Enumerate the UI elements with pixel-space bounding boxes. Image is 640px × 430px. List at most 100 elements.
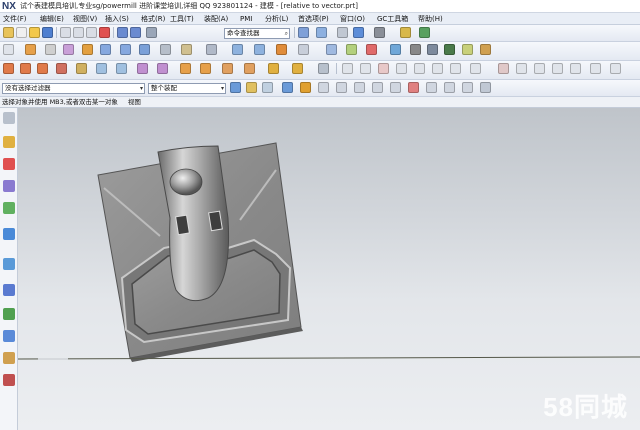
- law-extension-icon[interactable]: [200, 63, 211, 74]
- through-curves-icon[interactable]: [3, 63, 14, 74]
- role-icon[interactable]: [3, 352, 15, 364]
- delete-icon[interactable]: [99, 27, 110, 38]
- repeat-command-icon[interactable]: [146, 27, 157, 38]
- assembly-navigator-icon[interactable]: [3, 136, 15, 148]
- web-browser-icon[interactable]: [3, 258, 15, 270]
- process-studio-icon[interactable]: [3, 330, 15, 342]
- pattern-icon[interactable]: [326, 44, 337, 55]
- open-folder-icon[interactable]: [29, 27, 40, 38]
- offset-curve-icon[interactable]: [396, 63, 407, 74]
- subtract-icon[interactable]: [120, 44, 131, 55]
- orient-view-icon[interactable]: [353, 27, 364, 38]
- ruled-icon[interactable]: [56, 63, 67, 74]
- snap-endpoint-icon[interactable]: [282, 82, 293, 93]
- undo-icon[interactable]: [117, 27, 128, 38]
- paste-icon[interactable]: [86, 27, 97, 38]
- snap-pole-icon[interactable]: [444, 82, 455, 93]
- composite-curve-icon[interactable]: [570, 63, 581, 74]
- text-curve-icon[interactable]: [470, 63, 481, 74]
- global-shaping-icon[interactable]: [268, 63, 279, 74]
- extrude-icon[interactable]: [25, 44, 36, 55]
- split-body-icon[interactable]: [254, 44, 265, 55]
- snap-quadrant-icon[interactable]: [372, 82, 383, 93]
- menu-edit[interactable]: 编辑(E): [40, 13, 64, 24]
- x-form-icon[interactable]: [292, 63, 303, 74]
- face-blend-icon[interactable]: [222, 63, 233, 74]
- styled-blend-icon[interactable]: [244, 63, 255, 74]
- snap-view-icon[interactable]: [400, 27, 411, 38]
- shaded-icon[interactable]: [337, 27, 348, 38]
- menu-tools[interactable]: 工具(T): [170, 13, 194, 24]
- snap-existing-point-icon[interactable]: [390, 82, 401, 93]
- divide-curve-icon[interactable]: [516, 63, 527, 74]
- new-file-icon[interactable]: [16, 27, 27, 38]
- line-icon[interactable]: [342, 63, 353, 74]
- cut-icon[interactable]: [60, 27, 71, 38]
- chamfer-icon[interactable]: [181, 44, 192, 55]
- unite-icon[interactable]: [100, 44, 111, 55]
- reuse-library-icon[interactable]: [3, 202, 15, 214]
- helix-icon[interactable]: [450, 63, 461, 74]
- hole-icon[interactable]: [63, 44, 74, 55]
- trim-body-icon[interactable]: [232, 44, 243, 55]
- extension-sheet-icon[interactable]: [180, 63, 191, 74]
- selection-filter-select[interactable]: 没有选择过滤器 ▾: [2, 83, 145, 94]
- thicken-icon[interactable]: [318, 63, 329, 74]
- snap-arc-center-icon[interactable]: [354, 82, 365, 93]
- move-face-icon[interactable]: [366, 44, 377, 55]
- project-curve-icon[interactable]: [414, 63, 425, 74]
- window-icon[interactable]: [298, 27, 309, 38]
- menu-analysis[interactable]: 分析(L): [265, 13, 288, 24]
- snap-intersection-icon[interactable]: [336, 82, 347, 93]
- shell-icon[interactable]: [206, 44, 217, 55]
- arc-icon[interactable]: [360, 63, 371, 74]
- command-finder-input[interactable]: 命令查找器 ⌕: [224, 28, 290, 39]
- snap-on-surface-icon[interactable]: [426, 82, 437, 93]
- curve-on-surface-icon[interactable]: [610, 63, 621, 74]
- menu-preferences[interactable]: 首选项(P): [298, 13, 329, 24]
- isoparametric-curve-icon[interactable]: [590, 63, 601, 74]
- menu-format[interactable]: 格式(R): [141, 13, 165, 24]
- selection-scope-select[interactable]: 整个装配 ▾: [148, 83, 226, 94]
- menu-insert[interactable]: 插入(S): [105, 13, 129, 24]
- select-all-icon[interactable]: [230, 82, 241, 93]
- menu-window[interactable]: 窗口(O): [340, 13, 365, 24]
- snap-bounded-grid-icon[interactable]: [462, 82, 473, 93]
- n-sided-surface-icon[interactable]: [76, 63, 87, 74]
- part-navigator-icon[interactable]: [3, 180, 15, 192]
- menu-help[interactable]: 帮助(H): [418, 13, 443, 24]
- swept-icon[interactable]: [37, 63, 48, 74]
- draft-icon[interactable]: [298, 44, 309, 55]
- redo-icon[interactable]: [130, 27, 141, 38]
- through-curve-mesh-icon[interactable]: [20, 63, 31, 74]
- offset-face-icon[interactable]: [276, 44, 287, 55]
- boss-icon[interactable]: [82, 44, 93, 55]
- trim-sheet-icon[interactable]: [157, 63, 168, 74]
- layer-icon[interactable]: [419, 27, 430, 38]
- intersect-icon[interactable]: [139, 44, 150, 55]
- menu-pmi[interactable]: PMI: [240, 13, 252, 24]
- replace-face-icon[interactable]: [390, 44, 401, 55]
- offset-surface-icon[interactable]: [116, 63, 127, 74]
- display-color-icon[interactable]: [374, 27, 385, 38]
- gear-icon[interactable]: [3, 112, 15, 124]
- sketch-icon[interactable]: [3, 44, 14, 55]
- menu-gc-toolbox[interactable]: GC工具箱: [377, 13, 408, 24]
- system-scene-icon[interactable]: [3, 374, 15, 386]
- start-icon[interactable]: [3, 27, 14, 38]
- menu-view[interactable]: 视图(V): [73, 13, 97, 24]
- join-curve-icon[interactable]: [552, 63, 563, 74]
- sew-icon[interactable]: [137, 63, 148, 74]
- point-snap-icon[interactable]: [262, 82, 273, 93]
- mirror-icon[interactable]: [346, 44, 357, 55]
- snap-on-curve-icon[interactable]: [408, 82, 419, 93]
- constraint-navigator-icon[interactable]: [3, 158, 15, 170]
- intersection-curve-icon[interactable]: [432, 63, 443, 74]
- snap-control-point-icon[interactable]: [318, 82, 329, 93]
- revolve-icon[interactable]: [45, 44, 56, 55]
- menu-file[interactable]: 文件(F): [3, 13, 27, 24]
- edge-blend-icon[interactable]: [160, 44, 171, 55]
- bounded-plane-icon[interactable]: [96, 63, 107, 74]
- save-icon[interactable]: [42, 27, 53, 38]
- measure-icon[interactable]: [480, 44, 491, 55]
